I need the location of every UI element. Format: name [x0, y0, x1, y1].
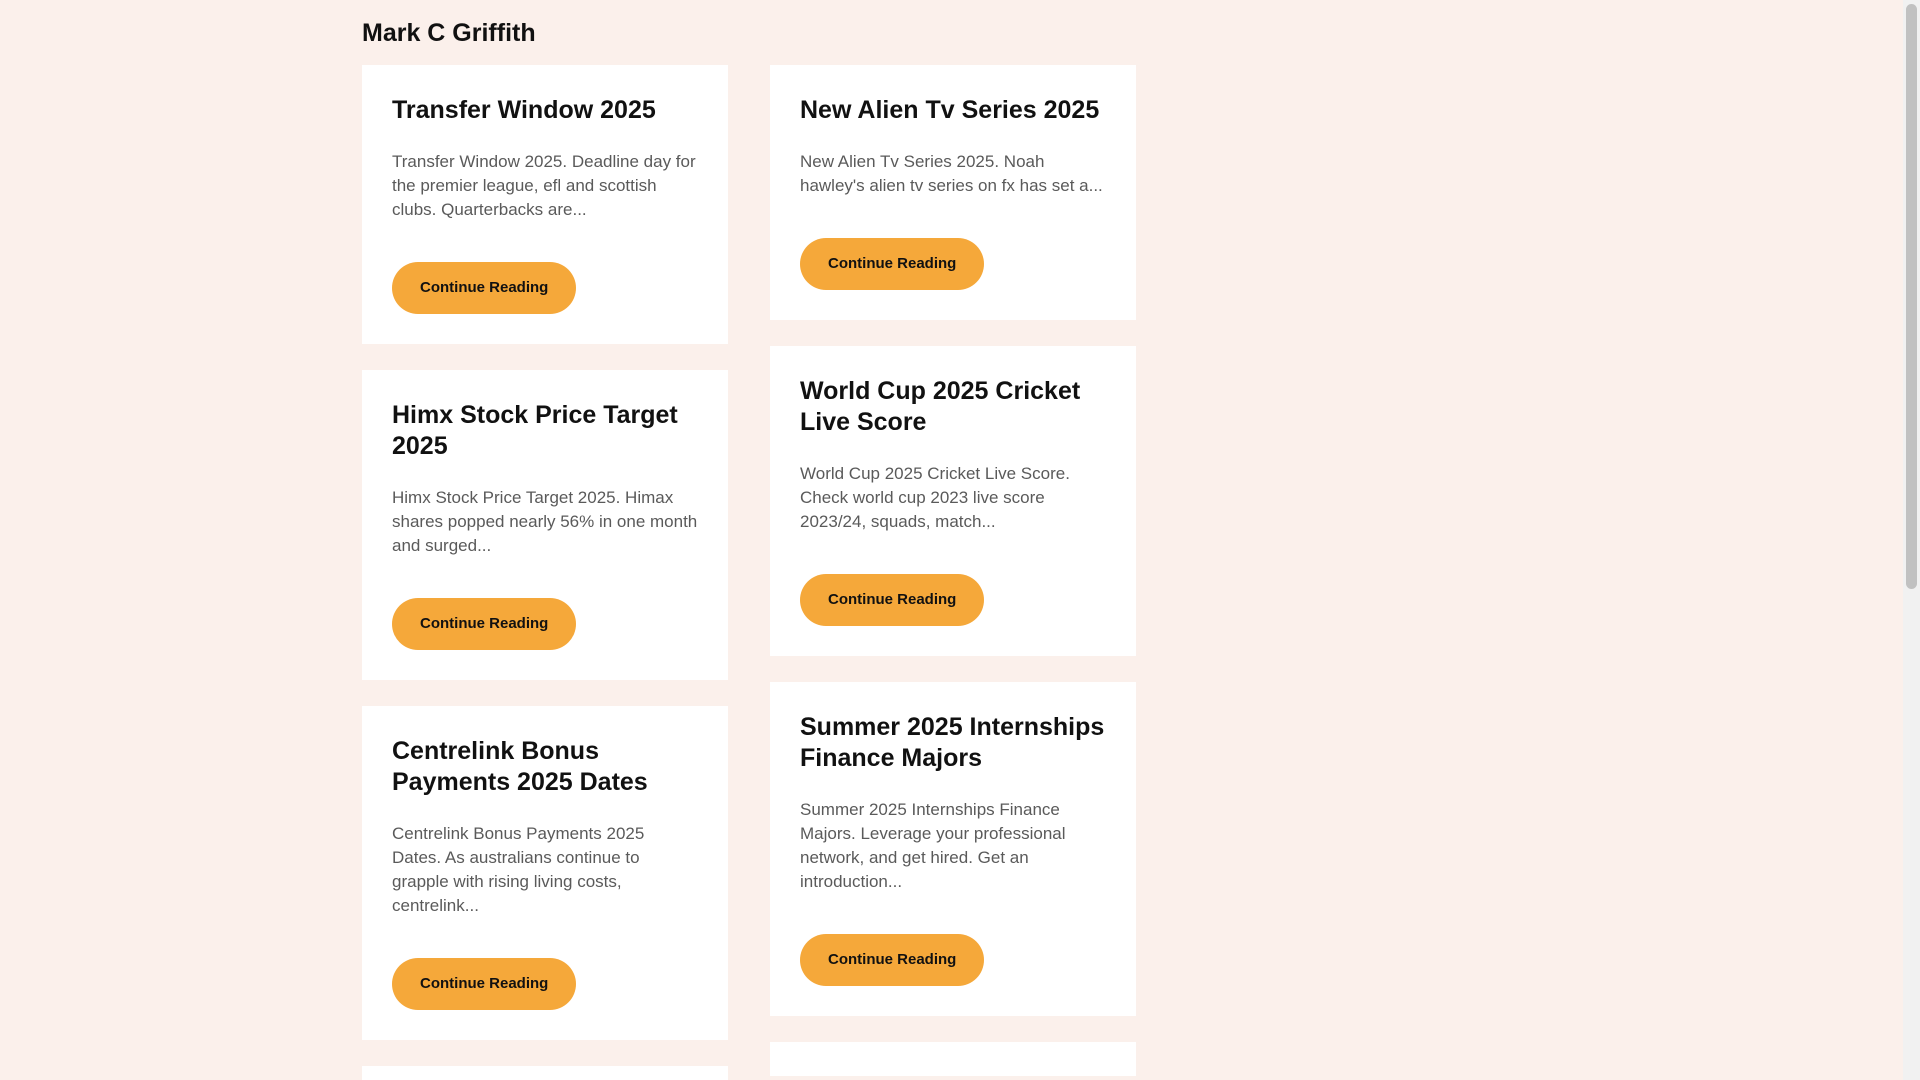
continue-reading-button[interactable]: Continue Reading — [392, 598, 577, 650]
posts-column-right: New Alien Tv Series 2025 New Alien Tv Se… — [770, 65, 1136, 1080]
continue-reading-button[interactable]: Continue Reading — [800, 238, 985, 290]
post-title[interactable]: New Alien Tv Series 2025 — [800, 95, 1106, 126]
post-excerpt: Centrelink Bonus Payments 2025 Dates. As… — [392, 824, 645, 915]
post-card-partial — [362, 1066, 728, 1080]
post-excerpt: Himx Stock Price Target 2025. Himax shar… — [392, 488, 698, 555]
post-excerpt: World Cup 2025 Cricket Live Score. Check… — [800, 464, 1070, 531]
post-card: New Alien Tv Series 2025 New Alien Tv Se… — [770, 65, 1136, 320]
post-excerpt: Transfer Window 2025. Deadline day for t… — [392, 152, 696, 219]
post-card: Summer 2025 Internships Finance Majors S… — [770, 682, 1136, 1016]
post-excerpt: New Alien Tv Series 2025. Noah hawley's … — [800, 152, 1103, 195]
post-card-partial — [770, 1042, 1136, 1076]
post-card: Himx Stock Price Target 2025 Himx Stock … — [362, 370, 728, 680]
vertical-scrollbar[interactable] — [1903, 0, 1920, 1080]
post-card: Centrelink Bonus Payments 2025 Dates Cen… — [362, 706, 728, 1040]
page: Mark C Griffith Transfer Window 2025 Tra… — [0, 0, 1920, 1080]
post-title[interactable]: Centrelink Bonus Payments 2025 Dates — [392, 736, 698, 798]
post-card: World Cup 2025 Cricket Live Score World … — [770, 346, 1136, 656]
posts-column-left: Transfer Window 2025 Transfer Window 202… — [362, 65, 728, 1080]
continue-reading-button[interactable]: Continue Reading — [392, 262, 577, 314]
post-title[interactable]: World Cup 2025 Cricket Live Score — [800, 376, 1106, 438]
post-title[interactable]: Transfer Window 2025 — [392, 95, 698, 126]
site-title[interactable]: Mark C Griffith — [362, 18, 536, 48]
post-excerpt: Summer 2025 Internships Finance Majors. … — [800, 800, 1066, 891]
continue-reading-button[interactable]: Continue Reading — [800, 934, 985, 986]
scrollbar-thumb[interactable] — [1906, 4, 1917, 589]
post-card: Transfer Window 2025 Transfer Window 202… — [362, 65, 728, 344]
continue-reading-button[interactable]: Continue Reading — [800, 574, 985, 626]
post-title[interactable]: Himx Stock Price Target 2025 — [392, 400, 698, 462]
continue-reading-button[interactable]: Continue Reading — [392, 958, 577, 1010]
post-title[interactable]: Summer 2025 Internships Finance Majors — [800, 712, 1106, 774]
